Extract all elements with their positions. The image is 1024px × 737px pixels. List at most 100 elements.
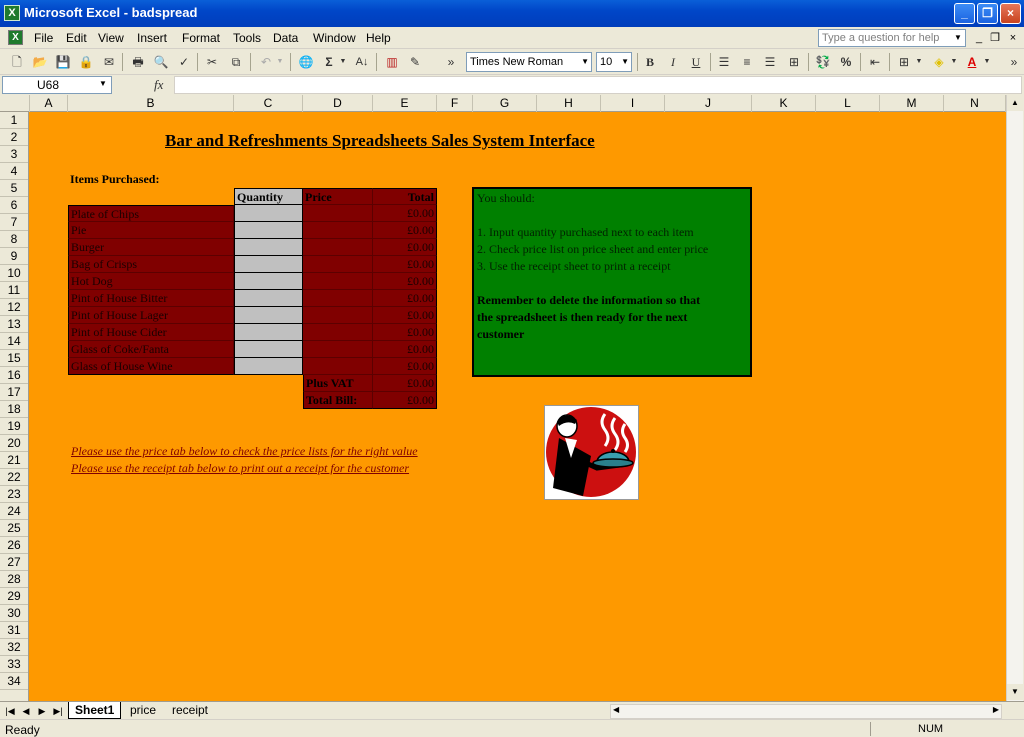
quantity-input-cell[interactable] — [234, 273, 303, 290]
row-header[interactable]: 32 — [0, 639, 28, 656]
quantity-input-cell[interactable] — [234, 307, 303, 324]
row-header[interactable]: 21 — [0, 452, 28, 469]
column-header-c[interactable]: C — [234, 95, 303, 112]
item-total-cell[interactable]: £0.00 — [373, 341, 437, 358]
row-header[interactable]: 12 — [0, 299, 28, 316]
column-header-j[interactable]: J — [665, 95, 752, 112]
item-total-cell[interactable]: £0.00 — [373, 256, 437, 273]
sort-ascending-icon[interactable]: A↓ — [353, 53, 371, 71]
mdi-close-button[interactable]: × — [1006, 31, 1020, 45]
new-icon[interactable]: 🗋 — [8, 53, 26, 71]
column-header-f[interactable]: F — [437, 95, 473, 112]
copy-icon[interactable]: ⧉ — [227, 53, 245, 71]
quantity-input-cell[interactable] — [234, 324, 303, 341]
mdi-restore-button[interactable]: ❐ — [988, 31, 1002, 45]
font-color-dropdown-icon[interactable]: ▼ — [982, 53, 992, 71]
chevron-down-icon[interactable]: ▼ — [954, 33, 962, 42]
row-header[interactable]: 30 — [0, 605, 28, 622]
price-input-cell[interactable] — [303, 239, 373, 256]
row-header[interactable]: 1 — [0, 112, 28, 129]
font-name-select[interactable]: Times New Roman ▼ — [466, 52, 592, 72]
column-header-i[interactable]: I — [601, 95, 665, 112]
workbook-icon[interactable]: X — [8, 30, 23, 45]
column-header-l[interactable]: L — [816, 95, 880, 112]
quantity-input-cell[interactable] — [234, 239, 303, 256]
menu-format[interactable]: Format — [182, 31, 220, 45]
font-color-icon[interactable]: A — [963, 53, 981, 71]
merge-center-icon[interactable]: ⊞ — [785, 53, 803, 71]
name-box[interactable]: U68 ▼ — [2, 76, 112, 94]
permission-icon[interactable]: 🔒 — [77, 53, 95, 71]
column-header-a[interactable]: A — [30, 95, 68, 112]
row-header[interactable]: 27 — [0, 554, 28, 571]
column-header-n[interactable]: N — [944, 95, 1006, 112]
row-header[interactable]: 18 — [0, 401, 28, 418]
font-size-select[interactable]: 10 ▼ — [596, 52, 632, 72]
item-name-cell[interactable]: Glass of Coke/Fanta — [68, 341, 234, 358]
receipt-tab-link[interactable]: Please use the receipt tab below to prin… — [69, 460, 411, 477]
item-name-cell[interactable]: Bag of Crisps — [68, 256, 234, 273]
price-tab-link[interactable]: Please use the price tab below to check … — [69, 443, 420, 460]
decrease-indent-icon[interactable]: ⇤ — [866, 53, 884, 71]
row-header[interactable]: 11 — [0, 282, 28, 299]
item-name-cell[interactable]: Plate of Chips — [68, 205, 234, 222]
quantity-input-cell[interactable] — [234, 341, 303, 358]
mdi-minimize-button[interactable]: _ — [972, 31, 986, 45]
prev-sheet-icon[interactable]: ◀ — [20, 704, 32, 718]
row-header[interactable]: 10 — [0, 265, 28, 282]
item-total-cell[interactable]: £0.00 — [373, 307, 437, 324]
price-input-cell[interactable] — [303, 358, 373, 375]
price-input-cell[interactable] — [303, 290, 373, 307]
currency-icon[interactable]: 💱 — [814, 53, 832, 71]
row-header[interactable]: 19 — [0, 418, 28, 435]
insert-function-icon[interactable]: fx — [154, 77, 170, 93]
column-header-k[interactable]: K — [752, 95, 816, 112]
price-input-cell[interactable] — [303, 341, 373, 358]
fill-color-dropdown-icon[interactable]: ▼ — [949, 53, 959, 71]
chart-wizard-icon[interactable]: ▥ — [383, 53, 401, 71]
row-header[interactable]: 16 — [0, 367, 28, 384]
menu-insert[interactable]: Insert — [137, 31, 167, 45]
price-input-cell[interactable] — [303, 324, 373, 341]
help-search-input[interactable]: Type a question for help ▼ — [818, 29, 966, 47]
row-header[interactable]: 28 — [0, 571, 28, 588]
item-total-cell[interactable]: £0.00 — [373, 324, 437, 341]
row-header[interactable]: 29 — [0, 588, 28, 605]
toolbar-options-icon[interactable]: » — [442, 53, 460, 71]
price-input-cell[interactable] — [303, 273, 373, 290]
vertical-scrollbar[interactable]: ▲ ▼ — [1006, 95, 1023, 701]
quantity-input-cell[interactable] — [234, 222, 303, 239]
row-header[interactable]: 31 — [0, 622, 28, 639]
row-header[interactable]: 15 — [0, 350, 28, 367]
item-total-cell[interactable]: £0.00 — [373, 239, 437, 256]
email-icon[interactable]: ✉ — [100, 53, 118, 71]
column-header-h[interactable]: H — [537, 95, 601, 112]
menu-tools[interactable]: Tools — [233, 31, 261, 45]
open-icon[interactable]: 📂 — [31, 53, 49, 71]
row-header[interactable]: 33 — [0, 656, 28, 673]
menu-help[interactable]: Help — [366, 31, 391, 45]
select-all-corner[interactable] — [0, 95, 30, 112]
row-header[interactable]: 23 — [0, 486, 28, 503]
toolbar-options-icon[interactable]: » — [1005, 53, 1023, 71]
underline-button[interactable]: U — [687, 53, 705, 71]
scroll-left-icon[interactable]: ◀ — [613, 705, 619, 714]
row-header[interactable]: 2 — [0, 129, 28, 146]
item-total-cell[interactable]: £0.00 — [373, 273, 437, 290]
scroll-right-icon[interactable]: ▶ — [993, 705, 999, 714]
save-icon[interactable]: 💾 — [54, 53, 72, 71]
chevron-down-icon[interactable]: ▼ — [621, 57, 629, 66]
restore-button[interactable]: ❐ — [977, 3, 998, 24]
hyperlink-icon[interactable]: 🌐 — [297, 53, 315, 71]
row-header[interactable]: 20 — [0, 435, 28, 452]
chevron-down-icon[interactable]: ▼ — [581, 57, 589, 66]
row-header[interactable]: 22 — [0, 469, 28, 486]
undo-icon[interactable]: ↶ — [257, 53, 275, 71]
italic-button[interactable]: I — [664, 53, 682, 71]
menu-file[interactable]: File — [34, 31, 53, 45]
plus-vat-value[interactable]: £0.00 — [373, 375, 437, 392]
column-header-g[interactable]: G — [473, 95, 537, 112]
item-total-cell[interactable]: £0.00 — [373, 290, 437, 307]
next-sheet-icon[interactable]: ▶ — [36, 704, 48, 718]
item-name-cell[interactable]: Pint of House Bitter — [68, 290, 234, 307]
